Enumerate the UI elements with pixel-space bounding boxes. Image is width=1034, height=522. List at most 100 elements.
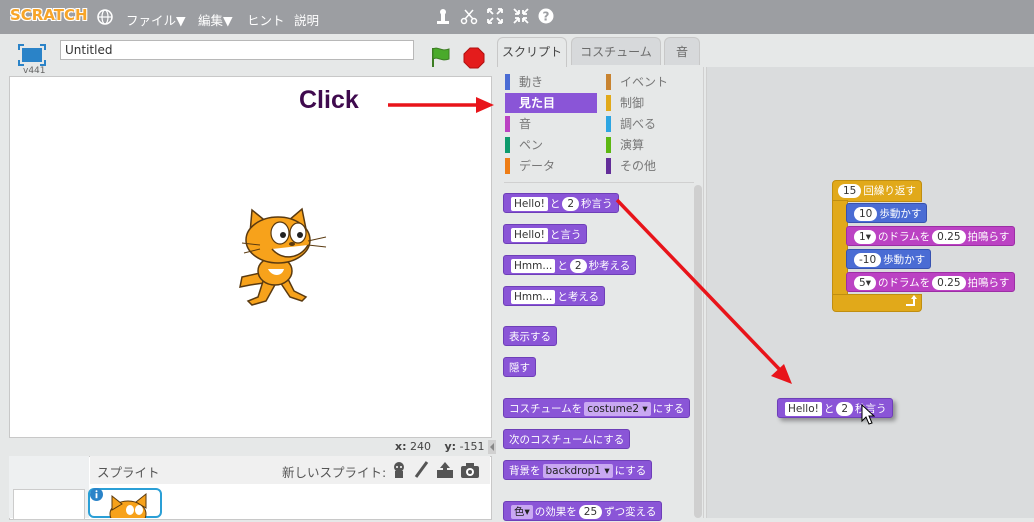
block-text: コスチュームを [509,403,583,415]
info-icon[interactable] [90,488,103,504]
block-input[interactable]: 15 [838,184,862,198]
duplicate-icon[interactable] [434,8,452,26]
block-text: 歩動かす [883,254,926,266]
category-events[interactable]: イベント [606,72,696,92]
block-think-for-secs[interactable]: Hmm... と 2 秒考える [503,255,637,275]
category-label: 見た目 [519,96,556,110]
help-icon[interactable]: ? [537,8,555,26]
block-input[interactable]: 10 [854,207,878,221]
dropdown-value: costume2 [587,403,639,415]
block-text: と [823,403,835,415]
block-text: にする [614,465,647,477]
block-play-drum[interactable]: 1▾ のドラムを 0.25 拍鳴らす [846,226,1016,246]
block-text: と [557,260,568,272]
block-input[interactable]: 2 [569,259,587,273]
camera-icon[interactable] [460,461,480,482]
globe-icon[interactable] [96,9,114,27]
block-input[interactable]: 1▾ [854,230,876,244]
block-input[interactable]: Hello! [511,228,548,242]
palette-divider [504,182,694,183]
block-input[interactable]: Hello! [785,402,822,416]
block-hide[interactable]: 隠す [503,357,536,377]
category-operators[interactable]: 演算 [606,135,696,155]
category-label: データ [519,159,556,173]
repeat-block-label: 15 回繰り返す [836,183,916,198]
scratch-logo[interactable]: SCRATCH [10,6,88,28]
palette-scrollbar[interactable] [694,185,702,518]
category-label: 動き [519,75,544,89]
category-looks[interactable]: 見た目 [505,93,597,113]
category-label: その他 [620,159,657,173]
sprite-library-icon[interactable] [390,460,408,483]
project-title-input[interactable]: Untitled [60,40,414,60]
block-text: と考える [557,291,600,303]
category-motion[interactable]: 動き [505,72,597,92]
category-sensing[interactable]: 調べる [606,114,696,134]
block-say-for-secs-dragged[interactable]: Hello! と 2 秒言う [777,398,893,418]
category-label: ペン [519,138,544,152]
block-input[interactable]: Hmm... [511,290,556,304]
block-think[interactable]: Hmm... と考える [503,286,606,306]
stage-collapse-handle[interactable] [488,440,496,454]
block-input[interactable]: Hmm... [511,259,556,273]
category-data[interactable]: データ [505,156,597,176]
green-flag-icon[interactable] [430,46,452,71]
block-input[interactable]: 2 [562,197,580,211]
category-more-blocks[interactable]: その他 [606,156,696,176]
block-switch-backdrop[interactable]: 背景を backdrop1 ▾ にする [503,460,653,480]
tab-sounds[interactable]: 音 [664,37,700,65]
block-text: 回繰り返す [863,185,916,197]
drum-value: 5 [859,277,866,289]
paint-brush-icon[interactable] [413,460,429,483]
block-text: にする [652,403,685,415]
block-dropdown[interactable]: 色▾ [511,505,533,519]
category-label: 音 [519,117,532,131]
block-move-steps[interactable]: 10 歩動かす [846,203,928,223]
block-input[interactable]: Hello! [511,197,548,211]
block-text: のドラムを [877,277,931,289]
menu-about[interactable]: 説明 [294,10,319,29]
coord-x-label: x: [395,440,407,453]
block-input[interactable]: 0.25 [932,230,966,244]
upload-icon[interactable] [435,460,455,483]
menu-tips[interactable]: ヒント [247,10,285,29]
block-input[interactable]: -10 [854,253,882,267]
block-input[interactable]: 25 [578,505,603,519]
category-control[interactable]: 制御 [606,93,696,113]
block-play-drum[interactable]: 5▾ のドラムを 0.25 拍鳴らす [846,272,1016,292]
block-change-effect[interactable]: 色▾ の効果を 25 ずつ変える [503,501,663,521]
dropdown-value: 色 [514,506,525,518]
tab-costumes[interactable]: コスチューム [571,37,661,65]
menu-edit[interactable]: 編集▼ [198,10,233,29]
block-say-for-secs[interactable]: Hello! と 2 秒言う [503,193,619,213]
cut-icon[interactable] [460,8,478,26]
block-input[interactable]: 0.25 [932,276,966,290]
stage-thumbnail[interactable] [13,489,85,520]
category-label: イベント [620,75,669,89]
svg-text:?: ? [543,10,550,24]
block-input[interactable]: 2 [836,402,854,416]
shrink-icon[interactable] [512,8,530,26]
category-sound[interactable]: 音 [505,114,597,134]
block-move-steps[interactable]: -10 歩動かす [846,249,932,269]
loop-arrow-icon [904,295,918,310]
block-text: と [549,198,561,210]
stop-icon[interactable] [463,47,485,72]
block-text: 拍鳴らす [967,277,1010,289]
block-switch-costume[interactable]: コスチュームを costume2 ▾ にする [503,398,691,418]
block-dropdown[interactable]: backdrop1 ▾ [542,464,613,478]
tab-scripts[interactable]: スクリプト [497,37,567,67]
block-next-costume[interactable]: 次のコスチュームにする [503,429,631,449]
coord-x-value: 240 [410,440,431,453]
menu-file[interactable]: ファイル▼ [126,10,186,29]
new-sprite-label: 新しいスプライト: [282,465,387,480]
category-pen[interactable]: ペン [505,135,597,155]
category-label: 演算 [620,138,645,152]
cat-sprite[interactable] [230,205,330,313]
block-show[interactable]: 表示する [503,326,557,346]
block-dropdown[interactable]: costume2 ▾ [584,402,651,416]
grow-icon[interactable] [486,8,504,26]
block-text: のドラムを [877,231,931,243]
block-input[interactable]: 5▾ [854,276,876,290]
block-say[interactable]: Hello! と言う [503,224,588,244]
